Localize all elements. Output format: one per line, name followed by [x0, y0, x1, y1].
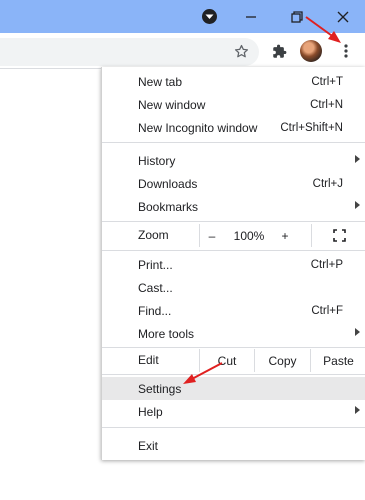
menu-item-label: Cast...: [138, 280, 173, 295]
zoom-in-label: +: [281, 228, 289, 243]
menu-divider: [102, 427, 365, 428]
menu-item-settings[interactable]: Settings: [102, 377, 365, 400]
menu-item-find[interactable]: Find... Ctrl+F: [102, 299, 365, 322]
edit-label: Edit: [138, 353, 159, 367]
menu-item-downloads[interactable]: Downloads Ctrl+J: [102, 172, 365, 195]
menu-item-bookmarks[interactable]: Bookmarks: [102, 195, 365, 218]
menu-item-label: New Incognito window: [138, 120, 258, 135]
menu-item-shortcut: Ctrl+N: [310, 98, 343, 111]
menu-item-label: Help: [138, 404, 163, 419]
menu-divider: [102, 347, 365, 348]
title-bar: [0, 0, 365, 33]
menu-item-label: New tab: [138, 74, 183, 89]
menu-item-label: Print...: [138, 257, 173, 272]
menu-item-shortcut: Ctrl+F: [311, 304, 343, 317]
zoom-label: Zoom: [138, 228, 169, 242]
menu-item-label: Downloads: [138, 176, 198, 191]
menu-item-print[interactable]: Print... Ctrl+P: [102, 253, 365, 276]
minimize-button[interactable]: [228, 0, 274, 33]
submenu-arrow-icon: [355, 328, 360, 336]
menu-divider: [102, 374, 365, 375]
menu-item-label: Bookmarks: [138, 199, 199, 214]
star-icon: [234, 44, 248, 57]
menu-item-label: Settings: [138, 381, 182, 396]
menu-item-new-incognito-window[interactable]: New Incognito window Ctrl+Shift+N: [102, 116, 365, 139]
zoom-out-label: –: [208, 228, 216, 243]
menu-divider: [102, 221, 365, 222]
menu-item-label: Find...: [138, 303, 172, 318]
fullscreen-icon: [332, 229, 346, 242]
menu-item-more-tools[interactable]: More tools: [102, 322, 365, 345]
menu-item-shortcut: Ctrl+T: [311, 75, 343, 88]
copy-button[interactable]: Copy: [254, 349, 310, 372]
menu-item-new-window[interactable]: New window Ctrl+N: [102, 93, 365, 116]
menu-item-label: More tools: [138, 326, 195, 341]
minimize-icon: [246, 15, 256, 18]
tab-search-icon: [201, 9, 217, 24]
zoom-level: 100%: [224, 224, 274, 247]
menu-item-label: New window: [138, 97, 206, 112]
paste-button[interactable]: Paste: [310, 349, 365, 372]
fullscreen-button[interactable]: [312, 224, 365, 247]
menu-item-zoom: Zoom – 100% +: [102, 224, 365, 247]
submenu-arrow-icon: [355, 406, 360, 414]
zoom-value: 100%: [233, 228, 265, 243]
puzzle-extensions-icon: [272, 44, 286, 58]
menu-item-history[interactable]: History: [102, 149, 365, 172]
address-bar[interactable]: [0, 38, 259, 66]
chrome-menu-button[interactable]: [333, 38, 359, 64]
extensions-button[interactable]: [266, 38, 292, 64]
close-button[interactable]: [320, 0, 365, 33]
cut-button[interactable]: Cut: [199, 349, 254, 372]
menu-item-shortcut: Ctrl+J: [312, 177, 343, 190]
menu-item-cast[interactable]: Cast...: [102, 276, 365, 299]
zoom-in-button[interactable]: +: [274, 224, 296, 247]
tab-search-button[interactable]: [186, 0, 232, 33]
menu-item-new-tab[interactable]: New tab Ctrl+T: [102, 70, 365, 93]
menu-item-shortcut: Ctrl+Shift+N: [280, 121, 343, 134]
browser-toolbar: [0, 33, 365, 69]
kebab-menu-icon: [344, 44, 348, 58]
chrome-menu: New tab Ctrl+T New window Ctrl+N New Inc…: [101, 67, 365, 460]
menu-item-label: Exit: [138, 438, 159, 453]
paste-label: Paste: [323, 353, 354, 368]
restore-button[interactable]: [274, 0, 320, 33]
menu-divider: [102, 142, 365, 143]
menu-divider: [102, 250, 365, 251]
menu-item-edit: Edit Cut Copy Paste: [102, 349, 365, 372]
menu-item-exit[interactable]: Exit: [102, 434, 365, 457]
submenu-arrow-icon: [355, 155, 360, 163]
menu-item-help[interactable]: Help: [102, 400, 365, 423]
submenu-arrow-icon: [355, 201, 360, 209]
avatar[interactable]: [300, 40, 322, 62]
close-icon: [337, 11, 349, 22]
zoom-out-button[interactable]: –: [200, 224, 224, 247]
cut-label: Cut: [217, 353, 237, 368]
restore-icon: [291, 10, 303, 23]
bookmark-star-button[interactable]: [228, 38, 254, 64]
menu-item-shortcut: Ctrl+P: [310, 258, 343, 271]
copy-label: Copy: [268, 353, 297, 368]
menu-item-label: History: [138, 153, 176, 168]
